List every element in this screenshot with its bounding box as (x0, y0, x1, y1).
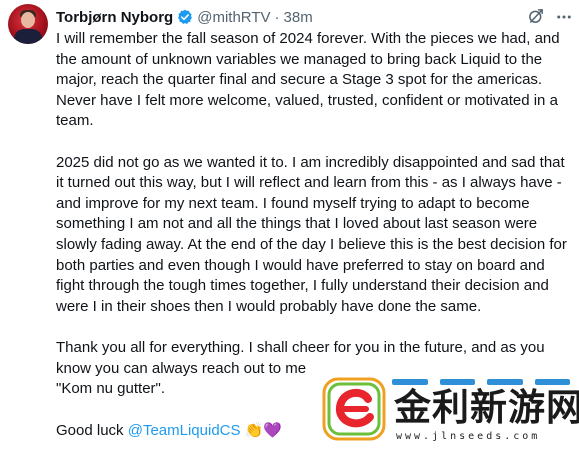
verified-badge-icon (178, 9, 193, 24)
tweet-paragraph: I will remember the fall season of 2024 … (56, 30, 560, 130)
avatar-face (21, 12, 35, 28)
tweet-header: Torbjørn Nyborg @mithRTV · 38m (56, 7, 313, 27)
purple-heart-emoji: 💜 (263, 421, 283, 440)
author-name[interactable]: Torbjørn Nyborg (56, 9, 173, 26)
tweet-paragraph: 2025 did not go as we wanted it to. I am… (56, 153, 567, 315)
tweet-closing: Good luck @TeamLiquidCS 👏💜 (56, 420, 576, 442)
tweet-timestamp[interactable]: 38m (284, 9, 313, 26)
more-icon[interactable] (555, 8, 573, 26)
mention-link[interactable]: @TeamLiquidCS (128, 422, 241, 439)
author-handle[interactable]: @mithRTV (197, 9, 270, 26)
grok-icon[interactable] (527, 7, 545, 25)
tweet-text: I will remember the fall season of 2024 … (56, 29, 576, 442)
closing-text: Good luck (56, 422, 128, 440)
tweet: Torbjørn Nyborg @mithRTV · 38m I will re… (0, 0, 579, 449)
avatar-shirt (14, 29, 42, 44)
avatar[interactable] (8, 4, 48, 44)
clap-emoji: 👏 (244, 421, 264, 440)
separator-dot: · (274, 8, 280, 26)
tweet-paragraph: Thank you all for everything. I shall ch… (56, 338, 545, 398)
